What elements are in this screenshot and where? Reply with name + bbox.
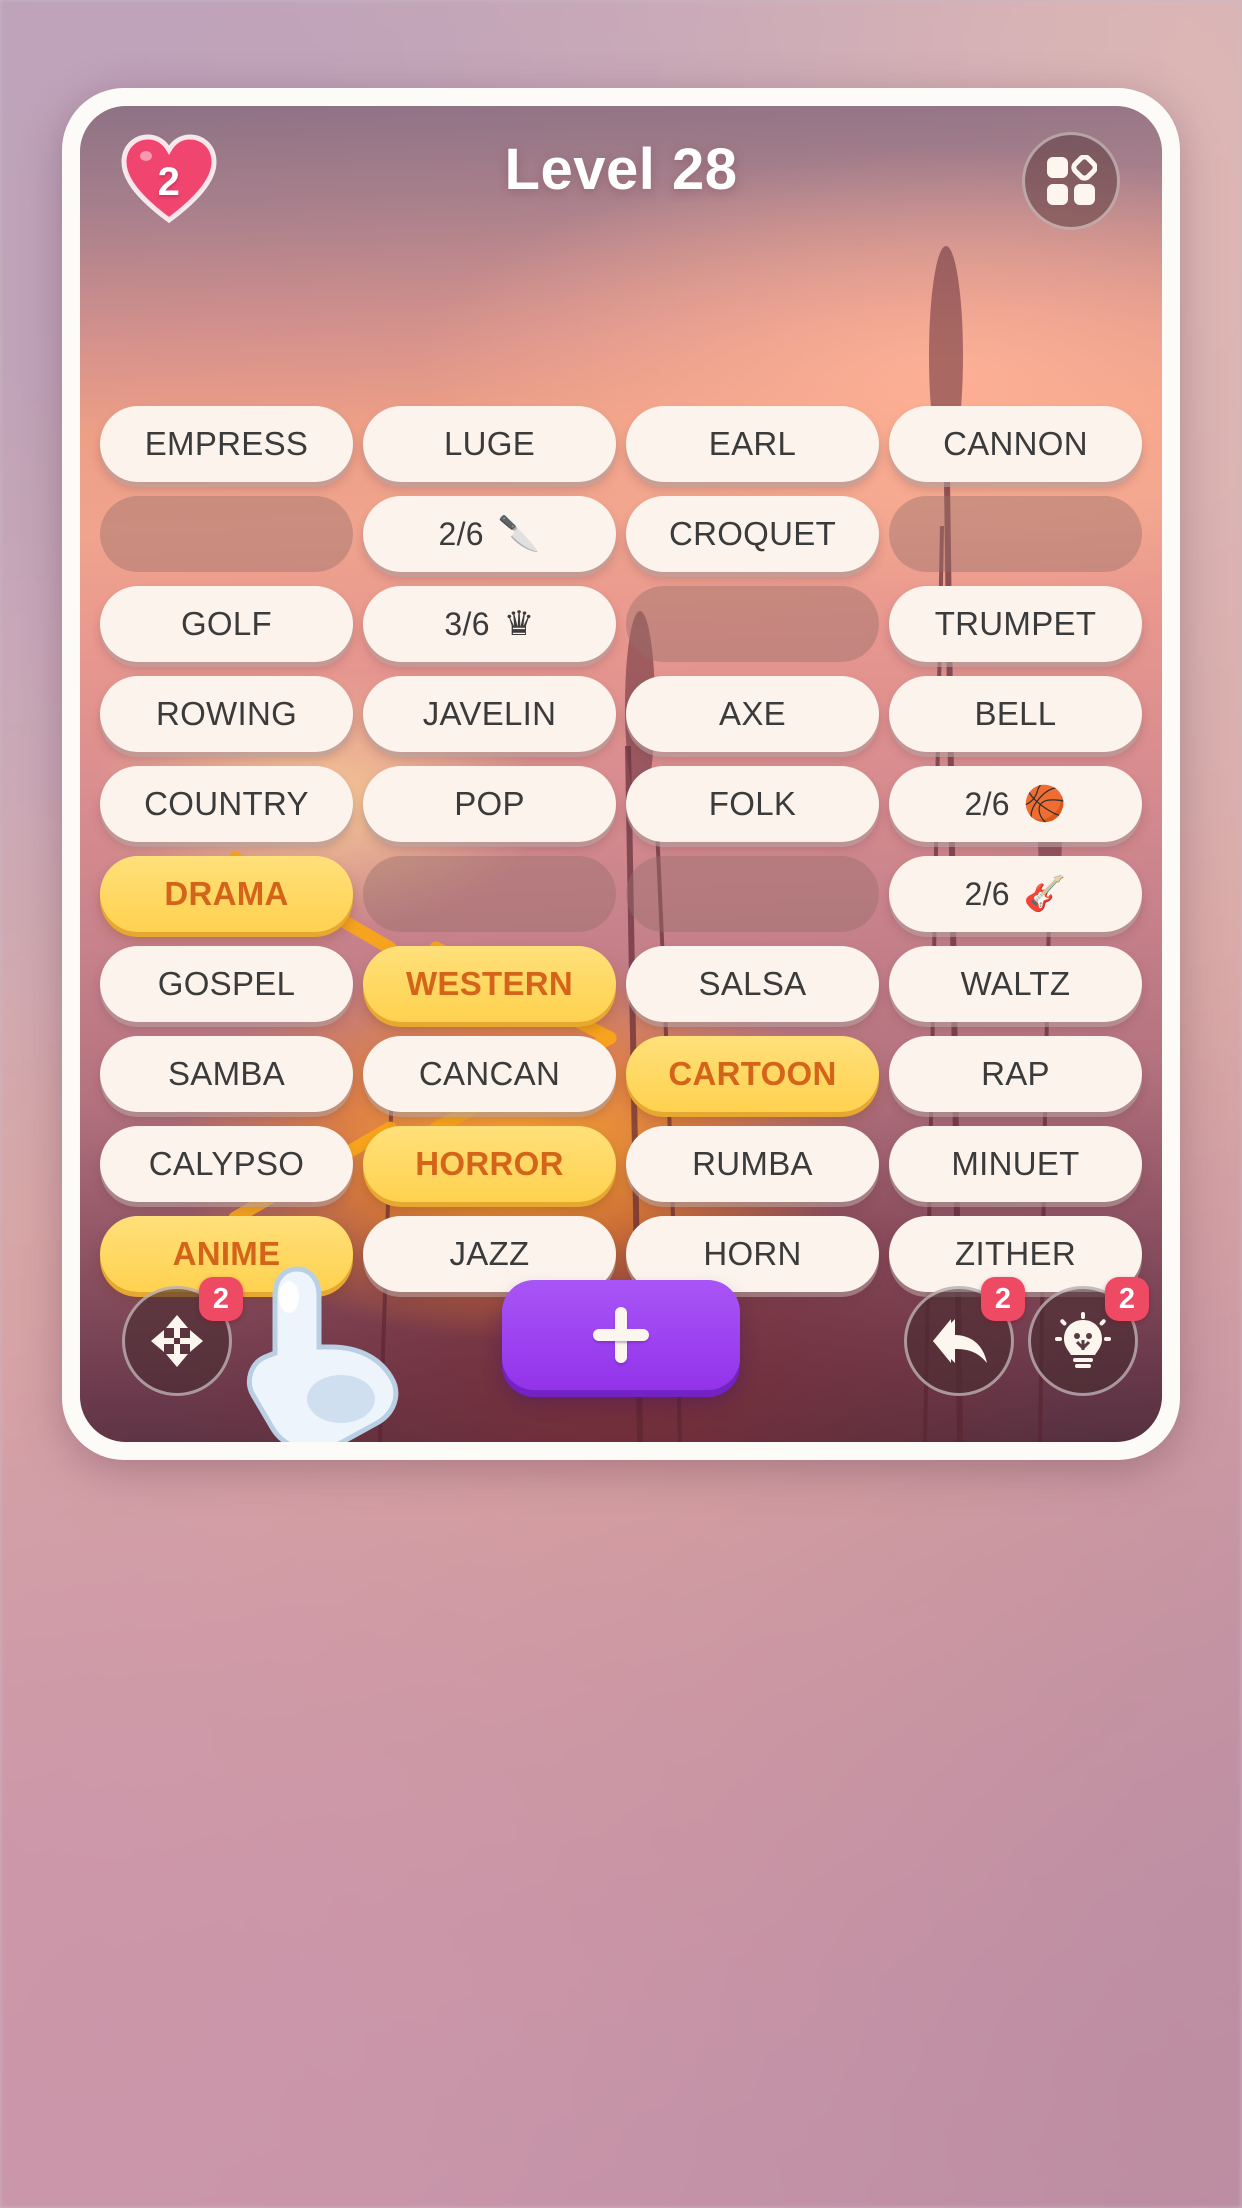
move-arrows-icon (151, 1315, 203, 1367)
word-tile[interactable]: GOSPEL (100, 946, 353, 1022)
undo-arrow-icon (933, 1319, 987, 1363)
word-tile[interactable]: GOLF (100, 586, 353, 662)
add-button[interactable] (502, 1280, 740, 1390)
page-title: Level 28 (504, 137, 738, 202)
empty-slot (626, 586, 879, 662)
undo-button[interactable]: 2 (904, 1277, 1025, 1396)
bottom-action-bar: 2 2 2 (80, 1268, 1162, 1408)
menu-button[interactable] (1022, 132, 1120, 230)
word-tile[interactable]: CANCAN (363, 1036, 616, 1112)
word-tile[interactable]: SAMBA (100, 1036, 353, 1112)
empty-slot (100, 496, 353, 572)
word-tile[interactable]: FOLK (626, 766, 879, 842)
progress-count: 3/6 (444, 605, 490, 642)
knife-icon: 🔪 (497, 515, 541, 553)
plus-icon (593, 1307, 649, 1363)
word-tile[interactable]: CANNON (889, 406, 1142, 482)
word-tile[interactable]: POP (363, 766, 616, 842)
progress-count: 2/6 (964, 785, 1010, 822)
empty-slot (626, 856, 879, 932)
progress-count: 2/6 (438, 515, 484, 552)
basketball-icon: 🏀 (1023, 785, 1067, 823)
progress-tile[interactable]: 2/6 🔪 (363, 496, 616, 572)
guitar-icon: 🎸 (1023, 875, 1067, 913)
progress-count: 2/6 (964, 875, 1010, 912)
word-tile-selected[interactable]: WESTERN (363, 946, 616, 1022)
header: 2 Level 28 (80, 106, 1162, 256)
progress-tile[interactable]: 3/6 ♛ (363, 586, 616, 662)
word-tile[interactable]: MINUET (889, 1126, 1142, 1202)
word-tile[interactable]: WALTZ (889, 946, 1142, 1022)
word-tile[interactable]: BELL (889, 676, 1142, 752)
hint-badge: 2 (1105, 1277, 1149, 1321)
progress-tile[interactable]: 2/6 🎸 (889, 856, 1142, 932)
grid-menu-icon (1047, 155, 1097, 205)
crown-icon: ♛ (503, 605, 535, 643)
word-tile-selected[interactable]: CARTOON (626, 1036, 879, 1112)
hint-button[interactable]: 2 (1028, 1277, 1149, 1396)
word-tile[interactable]: RAP (889, 1036, 1142, 1112)
word-tile[interactable]: COUNTRY (100, 766, 353, 842)
word-tile[interactable]: EMPRESS (100, 406, 353, 482)
word-tile[interactable]: CROQUET (626, 496, 879, 572)
word-tile[interactable]: RUMBA (626, 1126, 879, 1202)
empty-slot (889, 496, 1142, 572)
lightbulb-icon (1055, 1312, 1111, 1368)
word-tile-selected[interactable]: DRAMA (100, 856, 353, 932)
word-tile[interactable]: TRUMPET (889, 586, 1142, 662)
word-tile[interactable]: LUGE (363, 406, 616, 482)
empty-slot (363, 856, 616, 932)
word-grid: EMPRESS LUGE EARL CANNON 2/6 🔪 CROQUET GOLF 3/6 ♛… (80, 406, 1162, 1292)
game-screen: 2 Level 28 EMPRESS LUGE EARL CANNON 2/6 … (80, 106, 1162, 1442)
word-tile[interactable]: AXE (626, 676, 879, 752)
word-tile-selected[interactable]: HORROR (363, 1126, 616, 1202)
progress-tile[interactable]: 2/6 🏀 (889, 766, 1142, 842)
word-tile[interactable]: SALSA (626, 946, 879, 1022)
word-tile[interactable]: ROWING (100, 676, 353, 752)
undo-badge: 2 (981, 1277, 1025, 1321)
word-tile[interactable]: JAVELIN (363, 676, 616, 752)
shuffle-badge: 2 (199, 1277, 243, 1321)
word-tile[interactable]: CALYPSO (100, 1126, 353, 1202)
word-tile[interactable]: EARL (626, 406, 879, 482)
pointing-hand-icon (247, 1266, 399, 1442)
game-card: 2 Level 28 EMPRESS LUGE EARL CANNON 2/6 … (62, 88, 1180, 1460)
shuffle-button[interactable]: 2 (122, 1277, 243, 1396)
